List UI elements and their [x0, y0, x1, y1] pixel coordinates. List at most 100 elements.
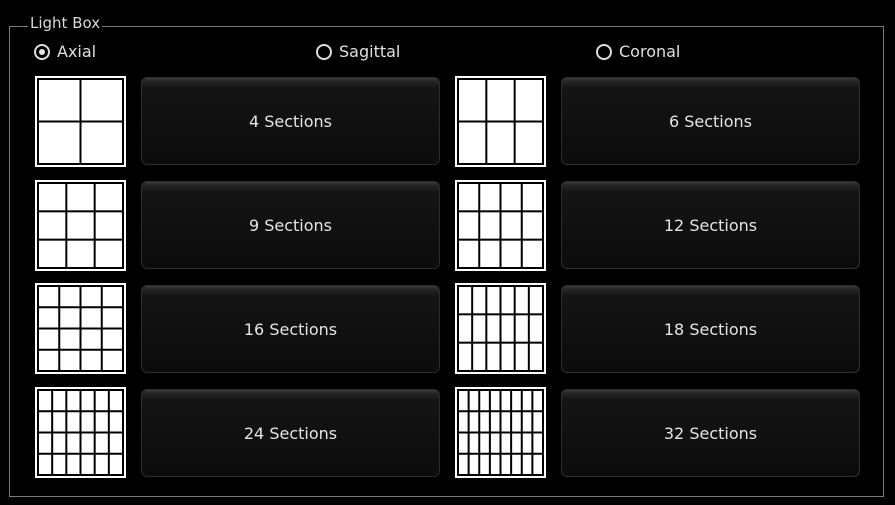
- layout-cell: [81, 454, 94, 474]
- layout-button-9-sections[interactable]: 9 Sections: [141, 181, 440, 269]
- layout-cell: [469, 412, 479, 432]
- layout-cell: [60, 350, 80, 370]
- layout-cell: [473, 343, 486, 370]
- layout-cell: [102, 308, 122, 328]
- layout-button-6-sections[interactable]: 6 Sections: [561, 77, 860, 165]
- radio-axial[interactable]: Axial: [34, 41, 96, 63]
- layout-cell: [95, 412, 108, 432]
- layout-cell: [60, 308, 80, 328]
- layout-cell: [39, 433, 52, 453]
- layout-cell: [39, 454, 52, 474]
- layout-cell: [53, 454, 66, 474]
- layout-cell: [459, 433, 468, 453]
- layout-cell: [459, 80, 486, 121]
- layout-cell: [53, 412, 66, 432]
- layout-cell: [81, 350, 101, 370]
- layout-cell: [469, 454, 479, 474]
- layout-cell: [81, 391, 94, 411]
- layout-cell: [102, 329, 122, 349]
- layout-cell: [480, 212, 500, 239]
- layout-cell: [95, 454, 108, 474]
- layout-cell: [480, 184, 500, 211]
- radio-coronal[interactable]: Coronal: [596, 41, 680, 63]
- layout-cell: [81, 433, 94, 453]
- layout-cell: [512, 454, 521, 474]
- layout-cell: [459, 122, 486, 163]
- layout-cell: [39, 308, 59, 328]
- layout-cell: [459, 184, 479, 211]
- layout-cell: [39, 350, 59, 370]
- layout-cell: [39, 412, 52, 432]
- layout-cell: [39, 212, 66, 239]
- layout-cell: [501, 240, 521, 267]
- layout-icon-32-sections: [455, 387, 546, 478]
- layout-cell: [490, 391, 500, 411]
- layout-cell: [81, 122, 122, 163]
- layout-cell: [515, 122, 542, 163]
- layout-cell: [515, 80, 542, 121]
- layout-cell: [522, 433, 532, 453]
- layout-cell: [67, 184, 94, 211]
- layout-cell: [480, 454, 489, 474]
- layout-cell: [490, 412, 500, 432]
- layout-cell: [39, 329, 59, 349]
- layout-cell: [487, 287, 500, 314]
- layout-cell: [95, 212, 122, 239]
- radio-sagittal[interactable]: Sagittal: [316, 41, 400, 63]
- layout-cell: [487, 315, 500, 342]
- layout-cell: [473, 287, 486, 314]
- radio-coronal-indicator[interactable]: [596, 44, 612, 60]
- layout-cell: [512, 391, 521, 411]
- layout-cell: [109, 433, 122, 453]
- layout-button-32-sections[interactable]: 32 Sections: [561, 389, 860, 477]
- layout-cell: [533, 412, 542, 432]
- layout-cell: [480, 412, 489, 432]
- layout-cell: [501, 433, 511, 453]
- layout-cell: [522, 412, 532, 432]
- layout-button-4-sections[interactable]: 4 Sections: [141, 77, 440, 165]
- layout-cell: [53, 391, 66, 411]
- layout-cell: [501, 391, 511, 411]
- layout-button-24-sections[interactable]: 24 Sections: [141, 389, 440, 477]
- layout-cell: [39, 184, 66, 211]
- layout-cell: [512, 433, 521, 453]
- layout-cell: [501, 343, 514, 370]
- layout-cell: [501, 212, 521, 239]
- layout-cell: [67, 240, 94, 267]
- layout-cell: [522, 454, 532, 474]
- layout-cell: [67, 454, 80, 474]
- layout-cell: [109, 454, 122, 474]
- layout-cell: [473, 315, 486, 342]
- layout-cell: [60, 287, 80, 307]
- layout-cell: [53, 433, 66, 453]
- layout-cell: [515, 287, 528, 314]
- layout-button-18-sections[interactable]: 18 Sections: [561, 285, 860, 373]
- layout-icon-12-sections: [455, 180, 546, 271]
- layout-cell: [480, 433, 489, 453]
- layout-icon-24-sections: [35, 387, 126, 478]
- layout-cell: [95, 184, 122, 211]
- layout-cell: [81, 412, 94, 432]
- light-box-window: Light Box Axial Sagittal Coronal 4 Secti…: [0, 0, 895, 505]
- layout-button-12-sections[interactable]: 12 Sections: [561, 181, 860, 269]
- layout-icon-16-sections: [35, 283, 126, 374]
- layout-cell: [487, 343, 500, 370]
- layout-cell: [102, 350, 122, 370]
- layout-cell: [515, 315, 528, 342]
- layout-cell: [487, 122, 514, 163]
- layout-cell: [67, 412, 80, 432]
- layout-button-16-sections[interactable]: 16 Sections: [141, 285, 440, 373]
- light-box-title: Light Box: [28, 14, 103, 32]
- layout-cell: [459, 315, 472, 342]
- layout-cell: [39, 287, 59, 307]
- radio-axial-indicator[interactable]: [34, 44, 50, 60]
- radio-sagittal-indicator[interactable]: [316, 44, 332, 60]
- layout-cell: [95, 433, 108, 453]
- layout-icon-9-sections: [35, 180, 126, 271]
- layout-cell: [501, 412, 511, 432]
- layout-cell: [39, 240, 66, 267]
- layout-cell: [487, 80, 514, 121]
- layout-cell: [459, 212, 479, 239]
- layout-cell: [469, 433, 479, 453]
- layout-cell: [459, 391, 468, 411]
